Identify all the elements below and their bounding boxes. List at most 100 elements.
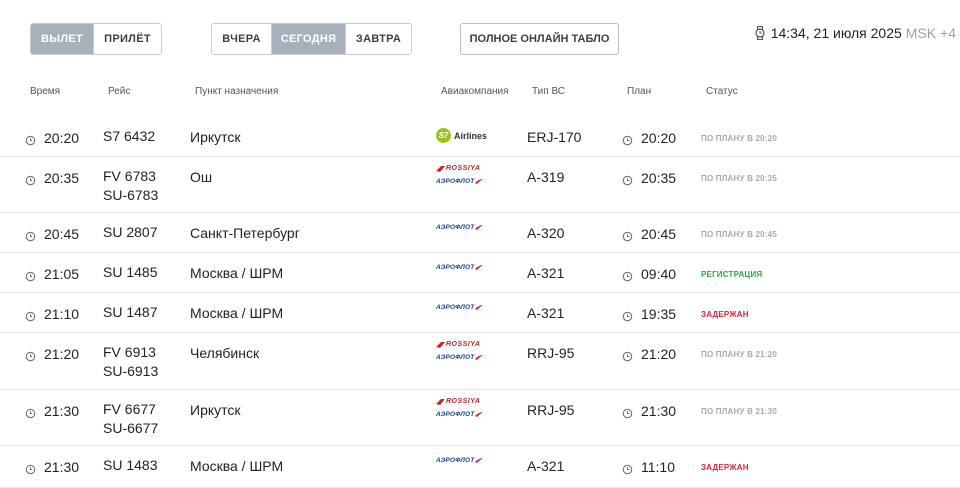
aeroflot-logo: АЭРОФЛОТ bbox=[436, 178, 484, 185]
planned-time: 09:40 bbox=[622, 266, 676, 282]
flight-number: SU-6913 bbox=[103, 363, 159, 379]
aircraft-type: RRJ-95 bbox=[527, 402, 575, 418]
table-row[interactable]: 20:20 S7 6432 Иркутск S7 Airlines ERJ-170 20:2… bbox=[0, 117, 960, 157]
destination: Москва / ШРМ bbox=[190, 458, 284, 474]
departure-time: 20:35 bbox=[25, 170, 79, 186]
clock-icon bbox=[622, 462, 633, 474]
flight-numbers: FV 6783 SU-6783 bbox=[103, 167, 158, 205]
aeroflot-wing-icon bbox=[475, 305, 484, 310]
clock-icon bbox=[622, 349, 633, 361]
flight-status: ПО ПЛАНУ В 21:20 bbox=[701, 350, 777, 359]
flight-numbers: SU 1483 bbox=[103, 456, 157, 475]
flight-numbers: FV 6913 SU-6913 bbox=[103, 343, 158, 381]
aircraft-type: A-319 bbox=[527, 169, 565, 185]
flight-status: РЕГИСТРАЦИЯ bbox=[701, 270, 763, 279]
col-destination: Пункт назначения bbox=[195, 86, 279, 97]
col-flight: Рейс bbox=[108, 86, 131, 97]
flight-status: ЗАДЕРЖАН bbox=[701, 463, 749, 472]
tab-departure[interactable]: ВЫЛЕТ bbox=[31, 24, 93, 54]
destination: Иркутск bbox=[190, 129, 241, 145]
clock-icon bbox=[25, 406, 36, 418]
planned-time: 19:35 bbox=[622, 306, 676, 322]
rossiya-wing-icon bbox=[436, 398, 445, 405]
aircraft-type: A-320 bbox=[527, 225, 565, 241]
destination: Ош bbox=[190, 169, 213, 185]
clock-icon bbox=[25, 133, 36, 145]
direction-tabs: ВЫЛЕТ ПРИЛЁТ bbox=[30, 23, 162, 55]
aircraft-type: A-321 bbox=[527, 458, 565, 474]
tab-arrival[interactable]: ПРИЛЁТ bbox=[93, 24, 161, 54]
col-aircraft: Тип ВС bbox=[532, 86, 566, 97]
destination: Иркутск bbox=[190, 402, 241, 418]
destination: Москва / ШРМ bbox=[190, 305, 284, 321]
airline-logos: АЭРОФЛОТ bbox=[436, 224, 484, 231]
aeroflot-wing-icon bbox=[475, 458, 484, 463]
departure-time: 21:10 bbox=[25, 306, 79, 322]
aircraft-type: A-321 bbox=[527, 265, 565, 281]
flight-number: FV 6783 bbox=[103, 168, 156, 184]
aircraft-type: A-321 bbox=[527, 305, 565, 321]
aeroflot-logo: АЭРОФЛОТ bbox=[436, 411, 484, 418]
flight-number: SU 1483 bbox=[103, 457, 158, 473]
departure-time: 21:30 bbox=[25, 403, 79, 419]
clock-icon bbox=[622, 269, 633, 281]
tab-yesterday[interactable]: ВЧЕРА bbox=[212, 24, 271, 54]
planned-time: 21:20 bbox=[622, 346, 676, 362]
aeroflot-logo: АЭРОФЛОТ bbox=[436, 457, 484, 464]
clock-icon bbox=[622, 133, 633, 145]
planned-time: 20:20 bbox=[622, 130, 676, 146]
airline-logos: ROSSIYA АЭРОФЛОТ bbox=[436, 341, 484, 361]
col-plan: План bbox=[627, 86, 652, 97]
flight-numbers: SU 2807 bbox=[103, 223, 157, 242]
rossiya-logo: ROSSIYA bbox=[436, 398, 483, 405]
destination: Санкт-Петербург bbox=[190, 225, 300, 241]
destination: Челябинск bbox=[190, 345, 260, 361]
aeroflot-logo: АЭРОФЛОТ bbox=[436, 224, 484, 231]
tab-today[interactable]: СЕГОДНЯ bbox=[271, 24, 345, 54]
clock-icon bbox=[25, 309, 36, 321]
aeroflot-logo: АЭРОФЛОТ bbox=[436, 264, 484, 271]
rossiya-wing-icon bbox=[436, 341, 445, 348]
airline-logos: АЭРОФЛОТ bbox=[436, 457, 484, 464]
flight-status: ПО ПЛАНУ В 20:45 bbox=[701, 230, 777, 239]
flight-numbers: SU 1485 bbox=[103, 263, 157, 282]
table-row[interactable]: 21:20 FV 6913 SU-6913 Челябинск ROSSIYA АЭРОФ… bbox=[0, 333, 960, 390]
table-row[interactable]: 21:30 FV 6677 SU-6677 Иркутск ROSSIYA АЭРОФЛО… bbox=[0, 390, 960, 446]
clock-icon bbox=[25, 269, 36, 281]
aeroflot-logo: АЭРОФЛОТ bbox=[436, 354, 484, 361]
aeroflot-wing-icon bbox=[475, 412, 484, 417]
flight-status: ПО ПЛАНУ В 20:20 bbox=[701, 134, 777, 143]
flight-number: SU-6783 bbox=[103, 187, 159, 203]
table-row[interactable]: 20:45 SU 2807 Санкт-Петербург АЭРОФЛОТ A-320… bbox=[0, 213, 960, 253]
table-row[interactable]: 20:35 FV 6783 SU-6783 Ош ROSSIYA АЭРОФЛОТ A-31… bbox=[0, 157, 960, 213]
rossiya-logo: ROSSIYA bbox=[436, 341, 483, 348]
clock-icon bbox=[25, 462, 36, 474]
s7-badge-icon: S7 bbox=[436, 128, 451, 143]
col-status: Статус bbox=[706, 86, 738, 97]
table-row[interactable]: 21:30 SU 1483 Москва / ШРМ АЭРОФЛОТ A-321 11:… bbox=[0, 446, 960, 488]
flight-number: SU 2807 bbox=[103, 224, 158, 240]
watch-icon bbox=[755, 26, 765, 40]
flight-status: ЗАДЕРЖАН bbox=[701, 310, 749, 319]
col-time: Время bbox=[30, 86, 61, 97]
destination: Москва / ШРМ bbox=[190, 265, 284, 281]
flight-numbers: SU 1487 bbox=[103, 303, 157, 322]
rossiya-logo: ROSSIYA bbox=[436, 165, 483, 172]
aeroflot-wing-icon bbox=[475, 225, 484, 230]
table-row[interactable]: 21:10 SU 1487 Москва / ШРМ АЭРОФЛОТ A-321 19:… bbox=[0, 293, 960, 333]
flight-number: FV 6913 bbox=[103, 344, 156, 360]
current-time: 14:34, 21 июля 2025 MSK +4 bbox=[754, 25, 956, 41]
flight-number: S7 6432 bbox=[103, 128, 156, 144]
table-row[interactable]: 21:05 SU 1485 Москва / ШРМ АЭРОФЛОТ A-321 09:… bbox=[0, 253, 960, 293]
clock-timezone: MSK +4 bbox=[905, 25, 956, 41]
departure-time: 20:20 bbox=[25, 130, 79, 146]
airline-logos: АЭРОФЛОТ bbox=[436, 304, 484, 311]
clock-icon bbox=[25, 173, 36, 185]
flight-number: SU 1485 bbox=[103, 264, 158, 280]
full-online-board-button[interactable]: ПОЛНОЕ ОНЛАЙН ТАБЛО bbox=[460, 23, 619, 55]
departure-time: 21:20 bbox=[25, 346, 79, 362]
s7-airlines-logo: S7 Airlines bbox=[436, 128, 487, 143]
tab-tomorrow[interactable]: ЗАВТРА bbox=[345, 24, 411, 54]
planned-time: 11:10 bbox=[622, 459, 675, 475]
aeroflot-wing-icon bbox=[475, 355, 484, 360]
